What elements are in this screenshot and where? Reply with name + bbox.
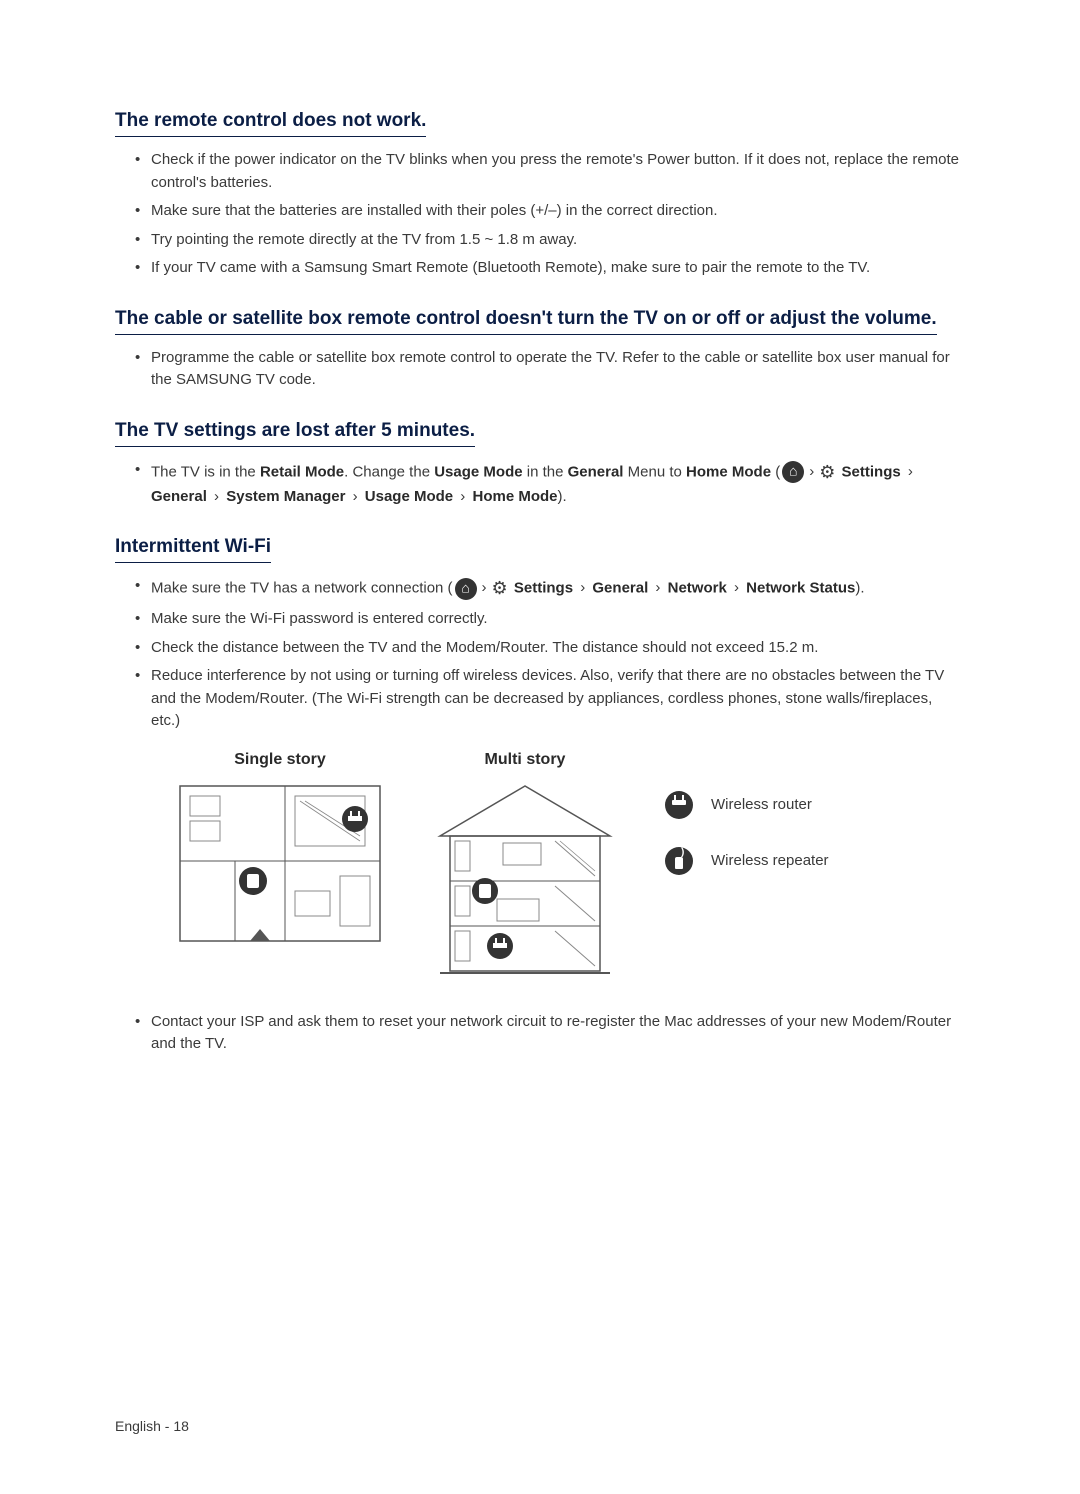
page-footer: English - 18 [115,1418,189,1434]
bullet-item: Make sure the TV has a network connectio… [135,575,965,602]
settings-label: Settings [842,463,901,480]
diagram-title-single: Single story [175,751,385,769]
bullets-wifi-last: Contact your ISP and ask them to reset y… [115,1011,965,1056]
path-item: Home Mode [472,488,557,505]
repeater-icon [665,847,693,875]
legend-item-repeater: Wireless repeater [665,847,829,875]
general-label: General [568,463,624,480]
heading-remote: The remote control does not work. [115,110,426,137]
separator: › [651,579,664,596]
home-mode-label: Home Mode [686,463,771,480]
bullets-remote: Check if the power indicator on the TV b… [115,149,965,280]
text: ( [771,463,780,480]
section-settings: The TV settings are lost after 5 minutes… [115,420,965,509]
text: ). [558,488,567,505]
path-item: System Manager [226,488,345,505]
diagram-title-multi: Multi story [425,751,625,769]
bullets-settings: The TV is in the Retail Mode. Change the… [115,459,965,509]
diagram-multi-story: Multi story [425,751,625,981]
floorplan-single-story-image [175,781,385,951]
section-cable: The cable or satellite box remote contro… [115,308,965,392]
heading-cable: The cable or satellite box remote contro… [115,308,937,335]
separator: › [809,463,814,480]
text: . Change the [344,463,434,480]
text: Make sure the TV has a network connectio… [151,579,453,596]
bullets-cable: Programme the cable or satellite box rem… [115,347,965,392]
home-icon [455,578,477,600]
gear-icon: ⚙ [819,459,835,486]
path-item: Network Status [746,579,855,596]
diagram-single-story: Single story [175,751,385,951]
bullet-item: Reduce interference by not using or turn… [135,665,965,733]
bullet-item: Programme the cable or satellite box rem… [135,347,965,392]
path-item: General [592,579,648,596]
path-item: General [151,488,207,505]
footer-language: English [115,1418,161,1434]
bullet-item: Contact your ISP and ask them to reset y… [135,1011,965,1056]
diagram-legend: Wireless router Wireless repeater [665,791,829,875]
text: Menu to [623,463,686,480]
bullet-item: Check if the power indicator on the TV b… [135,149,965,194]
retail-mode-label: Retail Mode [260,463,344,480]
legend-label: Wireless router [711,796,812,813]
heading-settings: The TV settings are lost after 5 minutes… [115,420,475,447]
separator: › [904,463,913,480]
path-item: Usage Mode [365,488,453,505]
legend-item-router: Wireless router [665,791,829,819]
separator: › [730,579,743,596]
legend-label: Wireless repeater [711,852,829,869]
heading-wifi: Intermittent Wi-Fi [115,536,271,563]
settings-label: Settings [514,579,573,596]
text: in the [523,463,568,480]
text: The TV is in the [151,463,260,480]
diagram-row: Single story [115,751,965,981]
separator: › [210,488,223,505]
bullet-item: If your TV came with a Samsung Smart Rem… [135,257,965,280]
bullets-wifi: Make sure the TV has a network connectio… [115,575,965,733]
separator: › [482,579,487,596]
bullet-item: The TV is in the Retail Mode. Change the… [135,459,965,509]
router-icon [665,791,693,819]
text: ). [855,579,864,596]
usage-mode-label: Usage Mode [434,463,522,480]
gear-icon: ⚙ [492,575,508,602]
house-multi-story-image [425,781,625,981]
separator: › [456,488,469,505]
home-icon [782,461,804,483]
bullet-item: Make sure the Wi-Fi password is entered … [135,608,965,631]
bullet-item: Try pointing the remote directly at the … [135,229,965,252]
separator: › [576,579,589,596]
footer-page: 18 [173,1418,189,1434]
bullet-item: Check the distance between the TV and th… [135,637,965,660]
bullet-item: Make sure that the batteries are install… [135,200,965,223]
section-wifi: Intermittent Wi-Fi Make sure the TV has … [115,536,965,1056]
separator: › [348,488,361,505]
section-remote: The remote control does not work. Check … [115,110,965,280]
path-item: Network [668,579,727,596]
